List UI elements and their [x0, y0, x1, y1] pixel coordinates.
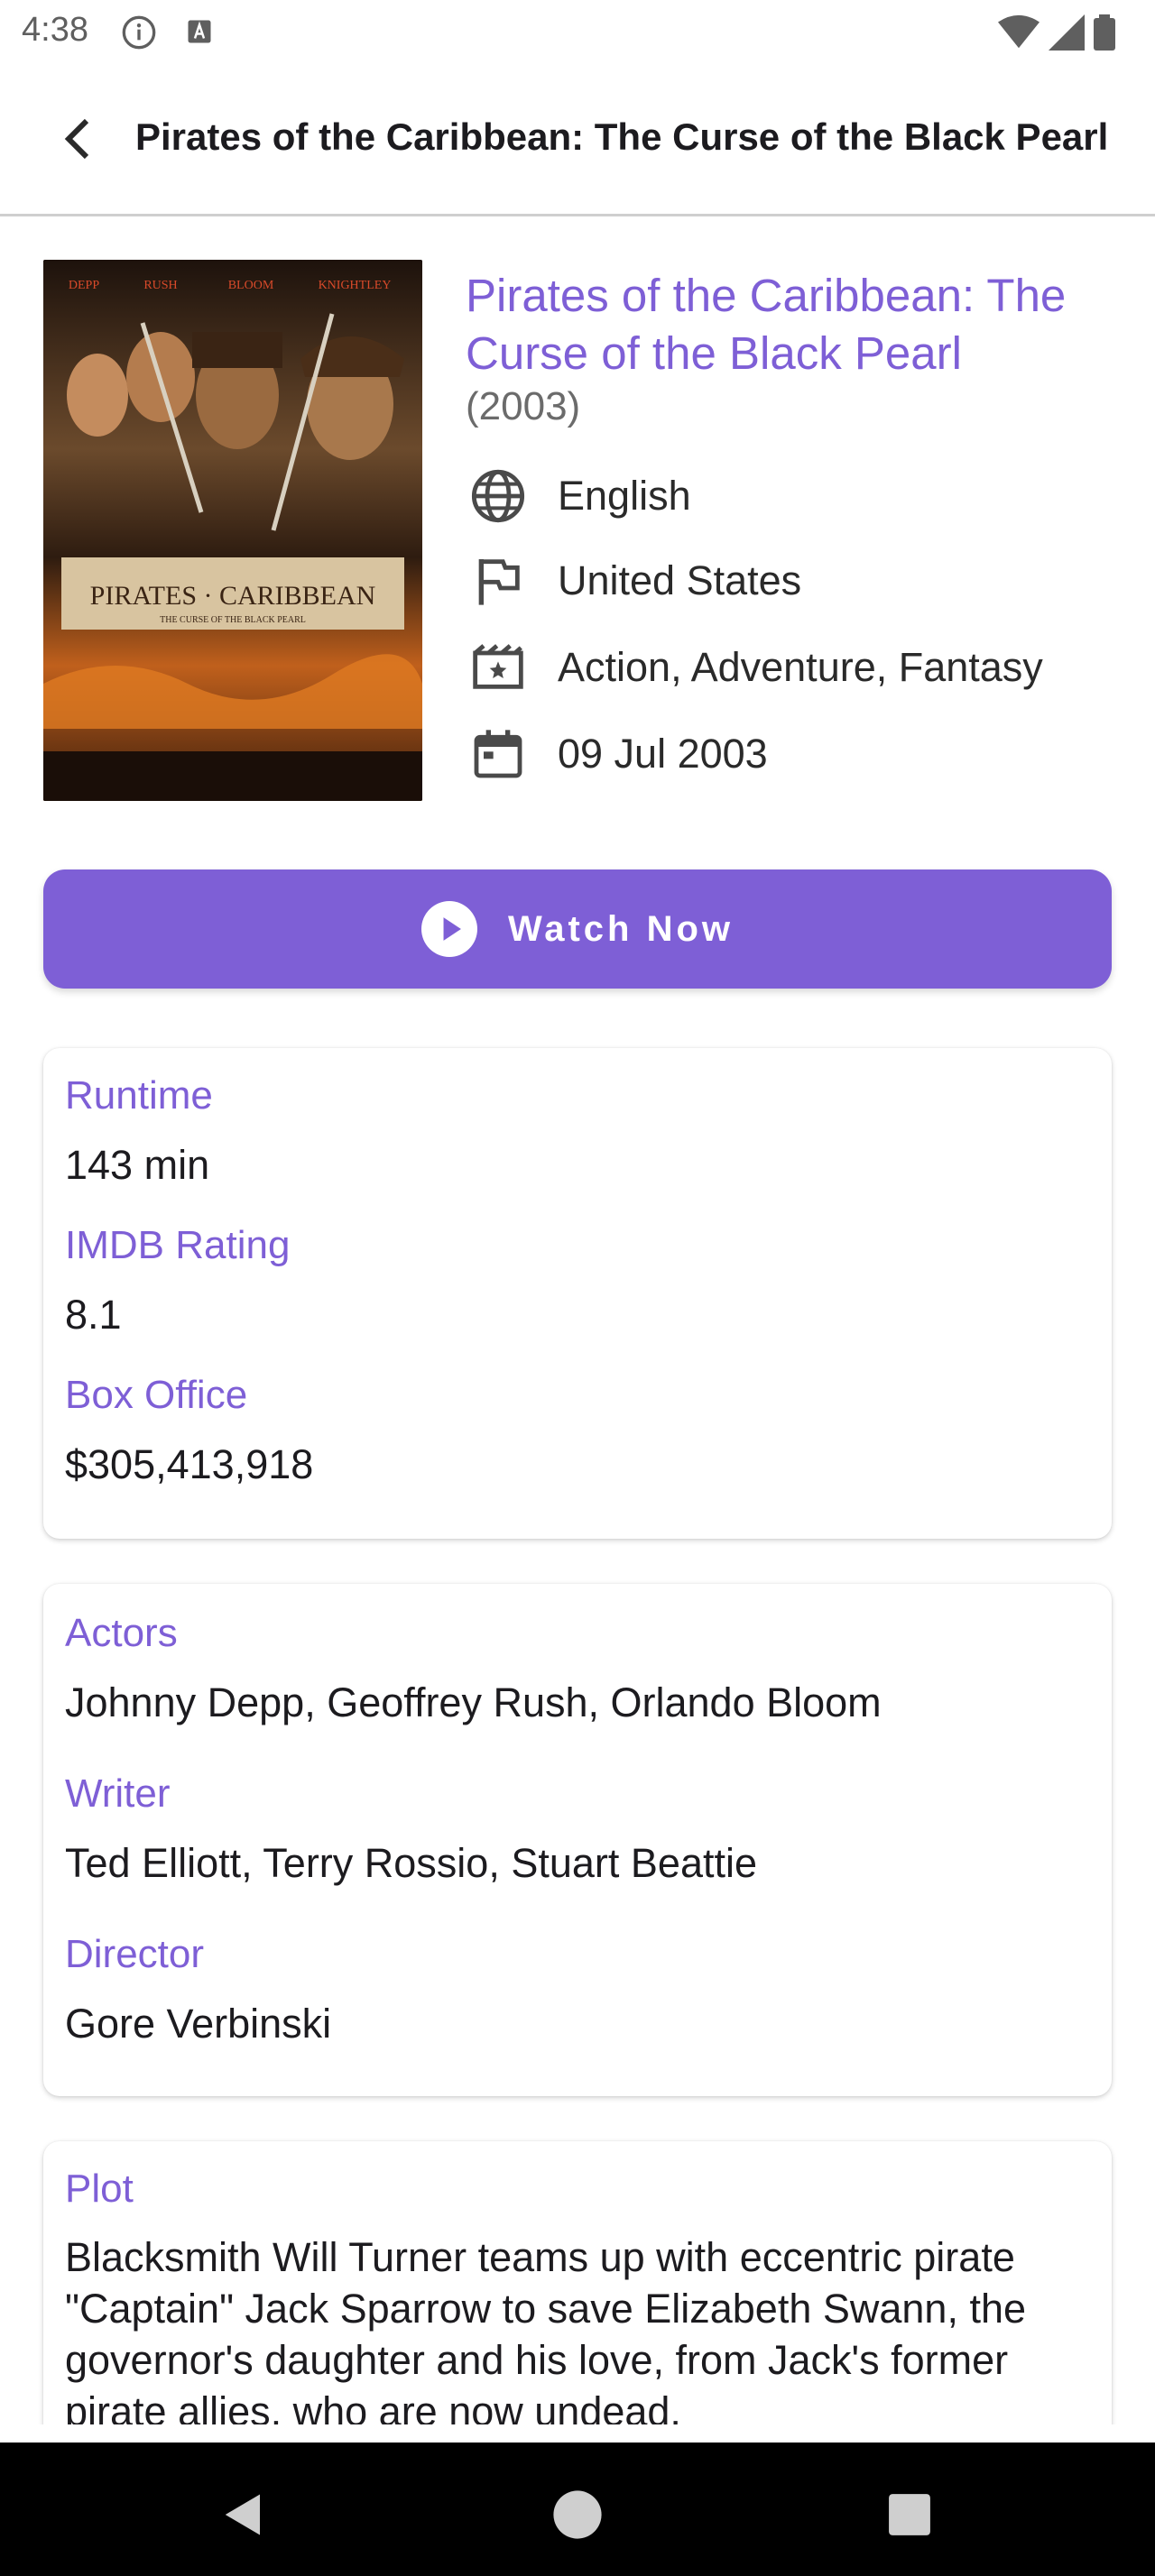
status-bar: 4:38	[0, 0, 1155, 65]
plot-label: Plot	[65, 2167, 134, 2211]
director-value: Gore Verbinski	[65, 2001, 332, 2047]
signal-icon	[1049, 14, 1085, 51]
nav-recents-button[interactable]	[873, 2479, 946, 2551]
box-office-label: Box Office	[65, 1373, 248, 1417]
genre-row: Action, Adventure, Fantasy	[466, 631, 1043, 704]
movie-detail-screen: 4:38 Pirates of the Caribbean: The Curse…	[0, 0, 1155, 2576]
status-icons	[998, 14, 1115, 51]
watch-now-label: Watch Now	[507, 908, 735, 949]
plot-text: Blacksmith Will Turner teams up with ecc…	[65, 2234, 1027, 2434]
runtime-label: Runtime	[65, 1073, 213, 1118]
play-icon	[420, 901, 477, 957]
country-text: United States	[558, 557, 802, 603]
runtime-value: 143 min	[65, 1142, 210, 1188]
actors-value: Johnny Depp, Geoffrey Rush, Orlando Bloo…	[65, 1679, 882, 1725]
svg-text:BLOOM: BLOOM	[228, 279, 274, 292]
app-bar: Pirates of the Caribbean: The Curse of t…	[0, 65, 1155, 216]
svg-text:KNIGHTLEY: KNIGHTLEY	[319, 279, 392, 292]
poster-logo-text: PIRATES · CARIBBEAN	[90, 581, 376, 611]
release-date-text: 09 Jul 2003	[558, 731, 768, 777]
status-time: 4:38	[22, 11, 88, 49]
system-nav-bar	[0, 2443, 1155, 2576]
recents-square-icon	[889, 2494, 930, 2535]
movie-year: (2003)	[466, 384, 581, 428]
watch-now-button[interactable]: Watch Now	[43, 869, 1112, 989]
director-label: Director	[65, 1932, 205, 1976]
wifi-icon	[998, 14, 1040, 49]
back-button[interactable]	[49, 110, 106, 168]
movie-title: Pirates of the Caribbean: The Curse of t…	[466, 270, 1067, 379]
page-title: Pirates of the Caribbean: The Curse of t…	[135, 115, 1109, 158]
nav-home-button[interactable]	[541, 2479, 614, 2551]
flag-icon	[466, 548, 531, 613]
back-triangle-icon	[225, 2494, 260, 2535]
scroll-clip	[0, 2424, 1155, 2443]
box-office-value: $305,413,918	[65, 1441, 314, 1487]
writer-value: Ted Elliott, Terry Rossio, Stuart Beatti…	[65, 1840, 757, 1886]
genre-text: Action, Adventure, Fantasy	[558, 644, 1043, 690]
imdb-rating-label: IMDB Rating	[65, 1223, 291, 1267]
info-icon	[122, 15, 156, 50]
country-row: United States	[466, 545, 801, 617]
movie-poster: PIRATES · CARIBBEAN THE CURSE OF THE BLA…	[43, 260, 422, 801]
nav-back-button[interactable]	[208, 2479, 280, 2551]
credits-card: Actors Johnny Depp, Geoffrey Rush, Orlan…	[43, 1584, 1112, 2096]
home-circle-icon	[553, 2490, 602, 2539]
stats-card: Runtime 143 min IMDB Rating 8.1 Box Offi…	[43, 1048, 1112, 1539]
svg-text:DEPP: DEPP	[69, 279, 99, 292]
movie-icon	[466, 635, 531, 700]
globe-icon	[466, 464, 531, 529]
actors-label: Actors	[65, 1611, 178, 1655]
writer-label: Writer	[65, 1771, 171, 1816]
keyboard-a-icon	[188, 20, 211, 43]
chevron-left-icon	[64, 118, 89, 160]
release-date-row: 09 Jul 2003	[466, 718, 768, 790]
calendar-icon	[466, 722, 531, 787]
imdb-rating-value: 8.1	[65, 1292, 122, 1338]
poster-art: PIRATES · CARIBBEAN THE CURSE OF THE BLA…	[43, 260, 422, 801]
language-text: English	[558, 473, 691, 519]
battery-icon	[1094, 14, 1115, 51]
poster-tagline: THE CURSE OF THE BLACK PEARL	[160, 615, 306, 625]
language-row: English	[466, 460, 691, 532]
svg-text:RUSH: RUSH	[143, 279, 177, 292]
